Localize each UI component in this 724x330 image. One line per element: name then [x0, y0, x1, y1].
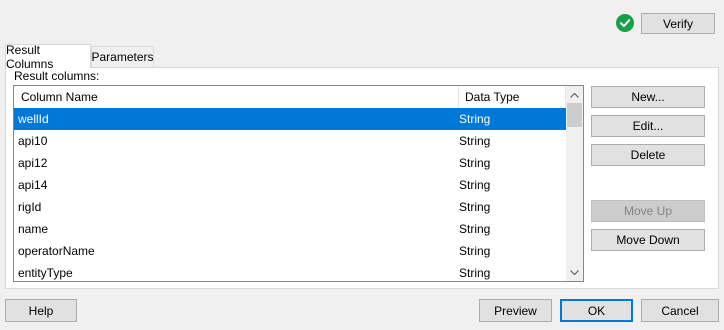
cell-column-name: api10 [18, 134, 48, 148]
cell-column-name: api14 [18, 178, 48, 192]
cell-data-type: String [459, 266, 491, 280]
cancel-button[interactable]: Cancel [641, 299, 719, 322]
scrollbar-thumb[interactable] [567, 103, 582, 127]
result-columns-list[interactable]: Column Name Data Type wellId String api1… [13, 85, 584, 282]
new-button[interactable]: New... [591, 86, 705, 108]
cell-column-name: operatorName [18, 244, 95, 258]
ok-button[interactable]: OK [560, 299, 633, 322]
list-header: Column Name Data Type [14, 86, 566, 109]
list-scrollbar[interactable] [566, 86, 583, 281]
cell-data-type: String [459, 222, 491, 236]
table-row[interactable]: wellId String [14, 108, 566, 130]
cell-data-type: String [459, 156, 491, 170]
cell-data-type: String [459, 178, 491, 192]
cell-column-name: entityType [18, 266, 73, 280]
column-header-name[interactable]: Column Name [14, 86, 459, 108]
help-button[interactable]: Help [5, 299, 77, 322]
cell-data-type: String [459, 244, 491, 258]
cell-column-name: rigId [18, 200, 42, 214]
result-columns-label: Result columns: [14, 69, 100, 83]
column-header-data-type[interactable]: Data Type [459, 86, 566, 108]
scroll-down-arrow-icon[interactable] [566, 264, 583, 281]
check-circle-icon [616, 14, 634, 32]
table-row[interactable]: operatorName String [14, 240, 566, 262]
table-row[interactable]: rigId String [14, 196, 566, 218]
scroll-up-arrow-icon[interactable] [566, 86, 583, 103]
table-row[interactable]: api12 String [14, 152, 566, 174]
move-up-button[interactable]: Move Up [591, 200, 705, 222]
cell-column-name: api12 [18, 156, 48, 170]
tab-result-columns[interactable]: Result Columns [5, 43, 91, 71]
verify-button[interactable]: Verify [641, 13, 715, 34]
cell-data-type: String [459, 112, 491, 126]
cell-column-name: wellId [18, 112, 49, 126]
cell-data-type: String [459, 200, 491, 214]
tab-parameters[interactable]: Parameters [91, 46, 154, 67]
preview-button[interactable]: Preview [479, 299, 552, 322]
delete-button[interactable]: Delete [591, 144, 705, 166]
move-down-button[interactable]: Move Down [591, 229, 705, 251]
table-row[interactable]: api14 String [14, 174, 566, 196]
table-row[interactable]: api10 String [14, 130, 566, 152]
table-row[interactable]: name String [14, 218, 566, 240]
table-row[interactable]: entityType String [14, 262, 566, 281]
cell-data-type: String [459, 134, 491, 148]
edit-button[interactable]: Edit... [591, 115, 705, 137]
cell-column-name: name [18, 222, 49, 236]
